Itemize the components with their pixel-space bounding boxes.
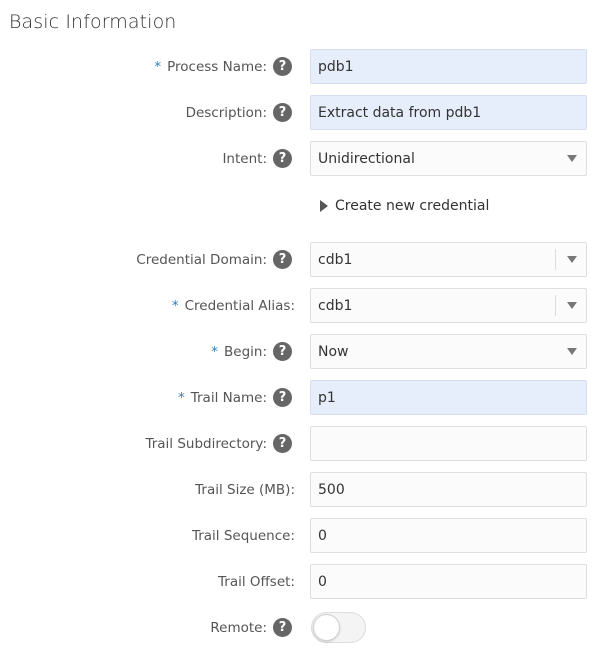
question-circle-icon[interactable]: ?: [273, 388, 292, 407]
row-trail-name: * Trail Name: ? p1: [0, 380, 605, 415]
required-marker: *: [171, 297, 179, 314]
trail-name-value: p1: [318, 389, 336, 406]
process-name-label-text: Process Name:: [167, 58, 267, 75]
row-process-name: * Process Name: ? pdb1: [0, 49, 605, 84]
dropdown-separator: [555, 295, 556, 316]
trail-size-value: 500: [318, 481, 345, 498]
section-title: Basic Information: [9, 11, 177, 33]
trail-name-input[interactable]: p1: [310, 380, 587, 415]
question-circle-icon[interactable]: ?: [273, 434, 292, 453]
intent-select[interactable]: Unidirectional: [310, 141, 587, 176]
trail-offset-input[interactable]: 0: [310, 564, 587, 599]
description-input[interactable]: Extract data from pdb1: [310, 95, 587, 130]
question-circle-icon[interactable]: ?: [273, 342, 292, 361]
caret-down-icon[interactable]: [567, 348, 577, 355]
required-marker: *: [154, 58, 162, 75]
trail-sequence-value: 0: [318, 527, 327, 544]
trail-name-label-text: Trail Name:: [190, 389, 267, 406]
intent-label: Intent:: [222, 150, 267, 167]
required-marker: *: [177, 389, 185, 406]
credential-domain-select[interactable]: cdb1: [310, 242, 587, 277]
question-circle-icon[interactable]: ?: [273, 57, 292, 76]
begin-select[interactable]: Now: [310, 334, 587, 369]
row-trail-size: Trail Size (MB): 500: [0, 472, 605, 507]
toggle-knob: [313, 614, 340, 641]
caret-down-icon[interactable]: [567, 155, 577, 162]
create-credential-label: Create new credential: [335, 198, 490, 214]
trail-offset-value: 0: [318, 573, 327, 590]
process-name-label: * Process Name:: [154, 49, 267, 84]
trail-name-label: * Trail Name:: [178, 380, 267, 415]
question-circle-icon[interactable]: ?: [273, 618, 292, 637]
question-circle-icon[interactable]: ?: [273, 103, 292, 122]
credential-alias-label-text: Credential Alias:: [184, 297, 295, 314]
trail-size-label: Trail Size (MB):: [195, 481, 295, 498]
basic-information-form: Basic Information * Process Name: ? pdb1…: [0, 0, 605, 657]
credential-domain-value: cdb1: [318, 251, 353, 268]
question-circle-icon[interactable]: ?: [273, 250, 292, 269]
credential-alias-select[interactable]: cdb1: [310, 288, 587, 323]
caret-down-icon[interactable]: [567, 256, 577, 263]
process-name-value: pdb1: [318, 58, 354, 75]
trail-subdirectory-input[interactable]: [310, 426, 587, 461]
dropdown-separator: [555, 249, 556, 270]
description-value: Extract data from pdb1: [318, 104, 482, 121]
trail-subdirectory-label: Trail Subdirectory:: [145, 435, 267, 452]
caret-right-icon: [320, 200, 328, 212]
intent-value: Unidirectional: [318, 150, 415, 167]
trail-size-input[interactable]: 500: [310, 472, 587, 507]
trail-sequence-input[interactable]: 0: [310, 518, 587, 553]
caret-down-icon[interactable]: [567, 302, 577, 309]
row-begin: * Begin: ? Now: [0, 334, 605, 369]
row-remote: Remote: ?: [0, 612, 605, 647]
remote-toggle[interactable]: [311, 612, 366, 643]
row-credential-domain: Credential Domain: ? cdb1: [0, 242, 605, 277]
credential-alias-label: * Credential Alias:: [172, 288, 295, 323]
row-trail-sequence: Trail Sequence: 0: [0, 518, 605, 553]
row-intent: Intent: ? Unidirectional: [0, 141, 605, 176]
begin-value: Now: [318, 343, 349, 360]
begin-label: * Begin:: [211, 334, 267, 369]
row-trail-offset: Trail Offset: 0: [0, 564, 605, 599]
required-marker: *: [211, 343, 218, 360]
description-label: Description:: [185, 104, 267, 121]
process-name-input[interactable]: pdb1: [310, 49, 587, 84]
create-credential-toggle[interactable]: Create new credential: [320, 196, 489, 216]
credential-alias-value: cdb1: [318, 297, 353, 314]
row-description: Description: ? Extract data from pdb1: [0, 95, 605, 130]
credential-domain-label: Credential Domain:: [136, 251, 267, 268]
trail-offset-label: Trail Offset:: [218, 573, 295, 590]
row-trail-subdirectory: Trail Subdirectory: ?: [0, 426, 605, 461]
begin-label-text: Begin:: [224, 343, 267, 360]
question-circle-icon[interactable]: ?: [273, 149, 292, 168]
remote-label: Remote:: [210, 619, 267, 636]
row-credential-alias: * Credential Alias: cdb1: [0, 288, 605, 323]
trail-sequence-label: Trail Sequence:: [191, 527, 295, 544]
